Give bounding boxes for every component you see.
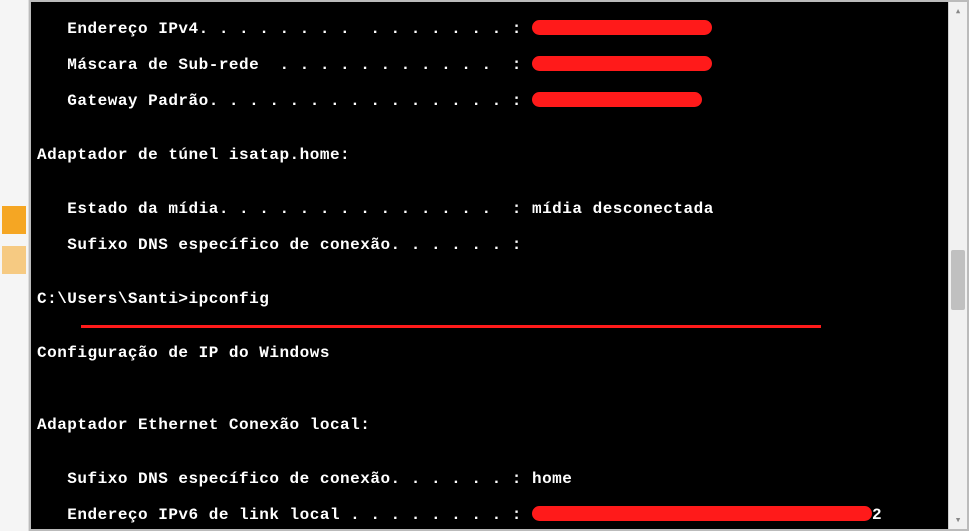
redaction-block (532, 56, 712, 71)
prompt-line: C:\Users\Santi>ipconfig (37, 290, 942, 308)
scroll-up-button[interactable]: ▴ (949, 2, 967, 20)
redaction-block (532, 92, 702, 107)
out-line: Gateway Padrão. . . . . . . . . . . . . … (37, 92, 532, 110)
out-line: Endereço IPv4. . . . . . . . . . . . . .… (37, 20, 532, 38)
redaction-block (532, 506, 872, 521)
sidebar-spacer (2, 238, 26, 242)
out-line: Adaptador Ethernet Conexão local: (37, 416, 942, 434)
out-line: Máscara de Sub-rede . . . . . . . . . . … (37, 56, 532, 74)
scroll-track[interactable] (949, 20, 967, 511)
out-line: Adaptador de túnel isatap.home: (37, 146, 942, 164)
out-line: Configuração de IP do Windows (37, 344, 942, 362)
terminal-window: Endereço IPv4. . . . . . . . . . . . . .… (29, 0, 969, 531)
out-line: Sufixo DNS específico de conexão. . . . … (37, 470, 942, 488)
highlight-underline (81, 325, 821, 328)
sidebar-tab-marker[interactable] (2, 206, 26, 234)
terminal-output[interactable]: Endereço IPv4. . . . . . . . . . . . . .… (31, 2, 948, 529)
vertical-scrollbar[interactable]: ▴ ▾ (948, 2, 967, 529)
scroll-down-button[interactable]: ▾ (949, 511, 967, 529)
scroll-thumb[interactable] (951, 250, 965, 310)
left-sidebar (0, 0, 29, 531)
out-line: Sufixo DNS específico de conexão. . . . … (37, 236, 942, 254)
sidebar-spacer (2, 2, 26, 202)
out-line: 2 (872, 506, 882, 524)
redaction-block (532, 20, 712, 35)
out-line: Endereço IPv6 de link local . . . . . . … (37, 506, 532, 524)
sidebar-tab-marker[interactable] (2, 246, 26, 274)
out-line: Estado da mídia. . . . . . . . . . . . .… (37, 200, 942, 218)
